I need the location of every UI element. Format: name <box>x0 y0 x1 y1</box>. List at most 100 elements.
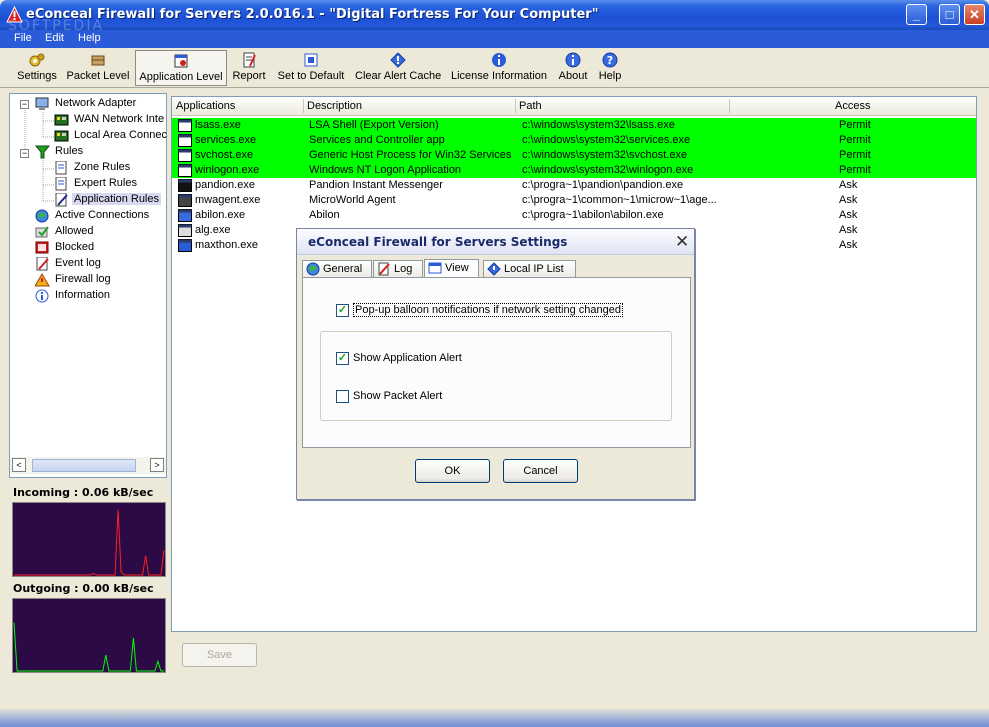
tree-label: Network Adapter <box>55 97 137 109</box>
minimize-button[interactable]: _ <box>906 4 927 25</box>
document-icon <box>55 161 67 175</box>
diamond-info-icon <box>487 262 501 276</box>
expand-network-adapter[interactable]: − <box>20 100 29 109</box>
globe-icon <box>306 262 320 276</box>
cell-access: Permit <box>839 119 871 131</box>
help-button[interactable]: ? Help <box>597 50 623 86</box>
tree-label: Expert Rules <box>74 177 137 189</box>
clear-alert-cache-label: Clear Alert Cache <box>355 70 442 82</box>
globe-icon <box>35 209 49 223</box>
cell-application: abilon.exe <box>195 209 246 221</box>
col-separator[interactable] <box>303 99 304 113</box>
cell-application: mwagent.exe <box>195 194 261 206</box>
license-information-button[interactable]: License Information <box>450 50 548 86</box>
tree-label: WAN Network Inte <box>74 113 165 125</box>
title-bar[interactable]: eConceal Firewall for Servers 2.0.016.1 … <box>0 0 989 30</box>
ok-label: OK <box>444 465 461 477</box>
report-label: Report <box>232 70 266 82</box>
tab-local-ip-list[interactable]: Local IP List <box>483 260 576 277</box>
col-separator[interactable] <box>729 99 730 113</box>
save-button[interactable]: Save <box>182 643 257 667</box>
cell-path: c:\progra~1\abilon\abilon.exe <box>522 209 664 221</box>
scroll-right-button[interactable]: > <box>150 458 164 472</box>
col-separator[interactable] <box>515 99 516 113</box>
cell-access: Permit <box>839 149 871 161</box>
table-row[interactable]: abilon.exe Abilon c:\progra~1\abilon\abilo… <box>172 208 976 223</box>
cell-application: lsass.exe <box>195 119 241 131</box>
report-icon <box>243 52 256 68</box>
svg-text:?: ? <box>607 54 613 67</box>
cell-path: c:\windows\system32\winlogon.exe <box>522 164 694 176</box>
watermark: SOFTPEDIA <box>8 18 105 34</box>
table-row[interactable]: lsass.exe LSA Shell (Export Version) c:\wi… <box>172 118 976 133</box>
application-level-button[interactable]: Application Level <box>135 50 227 86</box>
tab-general[interactable]: General <box>302 260 372 277</box>
allowed-icon <box>35 226 49 238</box>
settings-button[interactable]: Settings <box>14 50 60 86</box>
col-path[interactable]: Path <box>519 100 542 112</box>
dialog-title-bar[interactable]: eConceal Firewall for Servers Settings ✕ <box>297 229 694 255</box>
cell-path: c:\windows\system32\services.exe <box>522 134 691 146</box>
cell-path: c:\progra~1\pandion\pandion.exe <box>522 179 684 191</box>
license-information-label: License Information <box>451 70 547 82</box>
menu-bar: File Edit Help <box>0 30 989 48</box>
clear-alert-cache-button[interactable]: Clear Alert Cache <box>355 50 441 86</box>
packet-level-button[interactable]: Packet Level <box>66 50 130 86</box>
col-applications[interactable]: Applications <box>176 100 235 112</box>
scroll-thumb[interactable] <box>32 459 136 472</box>
ok-button[interactable]: OK <box>415 459 490 483</box>
report-button[interactable]: Report <box>231 50 267 86</box>
status-band <box>0 708 989 727</box>
app-icon <box>178 194 192 207</box>
set-to-default-label: Set to Default <box>277 70 345 82</box>
show-application-alert-checkbox[interactable]: ✓ <box>336 352 349 365</box>
cell-access: Ask <box>839 179 858 191</box>
app-icon <box>178 179 192 192</box>
tree-label: Active Connections <box>55 209 150 221</box>
cell-application: winlogon.exe <box>195 164 260 176</box>
expand-rules[interactable]: − <box>20 149 29 158</box>
tab-view[interactable]: View <box>424 259 479 277</box>
maximize-button[interactable]: □ <box>939 4 960 25</box>
app-icon <box>178 164 192 177</box>
tree-horizontal-scrollbar[interactable]: < > <box>10 457 166 474</box>
document-pen-icon <box>55 193 68 207</box>
computer-icon <box>35 97 49 110</box>
license-icon <box>492 53 506 67</box>
outgoing-line <box>13 622 164 672</box>
tree-label: Rules <box>55 145 84 157</box>
cell-description: Generic Host Process for Win32 Services <box>309 149 512 161</box>
dialog-title: eConceal Firewall for Servers Settings <box>308 235 568 249</box>
table-row[interactable]: pandion.exe Pandion Instant Messenger c:\p… <box>172 178 976 193</box>
dialog-close-icon[interactable]: ✕ <box>675 232 689 252</box>
about-button[interactable]: About <box>557 50 589 86</box>
gears-icon <box>29 53 45 67</box>
cell-description: Abilon <box>309 209 340 221</box>
cell-application: alg.exe <box>195 224 231 236</box>
col-description[interactable]: Description <box>307 100 362 112</box>
settings-label: Settings <box>17 70 57 82</box>
set-to-default-button[interactable]: Set to Default <box>275 50 347 86</box>
close-button[interactable]: ✕ <box>964 4 985 25</box>
popup-balloon-label[interactable]: Pop-up balloon notifications if network … <box>353 303 624 317</box>
about-icon <box>565 52 581 68</box>
table-row[interactable]: mwagent.exe MicroWorld Agent c:\progra~1\c… <box>172 193 976 208</box>
show-packet-alert-checkbox[interactable] <box>336 390 349 403</box>
show-application-alert-label[interactable]: Show Application Alert <box>353 352 462 364</box>
navigation-tree[interactable]: − Network Adapter WAN Network Inte Local… <box>9 93 167 478</box>
tree-label: Information <box>55 289 111 301</box>
table-row[interactable]: svchost.exe Generic Host Process for Win3… <box>172 148 976 163</box>
cell-application: svchost.exe <box>195 149 254 161</box>
table-row[interactable]: winlogon.exe Windows NT Logon Application… <box>172 163 976 178</box>
cell-access: Ask <box>839 224 858 236</box>
app-icon <box>178 209 192 222</box>
cancel-button[interactable]: Cancel <box>503 459 578 483</box>
table-row[interactable]: services.exe Services and Controller app c… <box>172 133 976 148</box>
incoming-line <box>14 509 165 576</box>
show-packet-alert-label[interactable]: Show Packet Alert <box>353 390 442 402</box>
tab-log[interactable]: Log <box>373 260 423 277</box>
cell-access: Ask <box>839 209 858 221</box>
scroll-left-button[interactable]: < <box>12 458 26 472</box>
col-access[interactable]: Access <box>835 100 870 112</box>
popup-balloon-checkbox[interactable]: ✓ <box>336 304 349 317</box>
